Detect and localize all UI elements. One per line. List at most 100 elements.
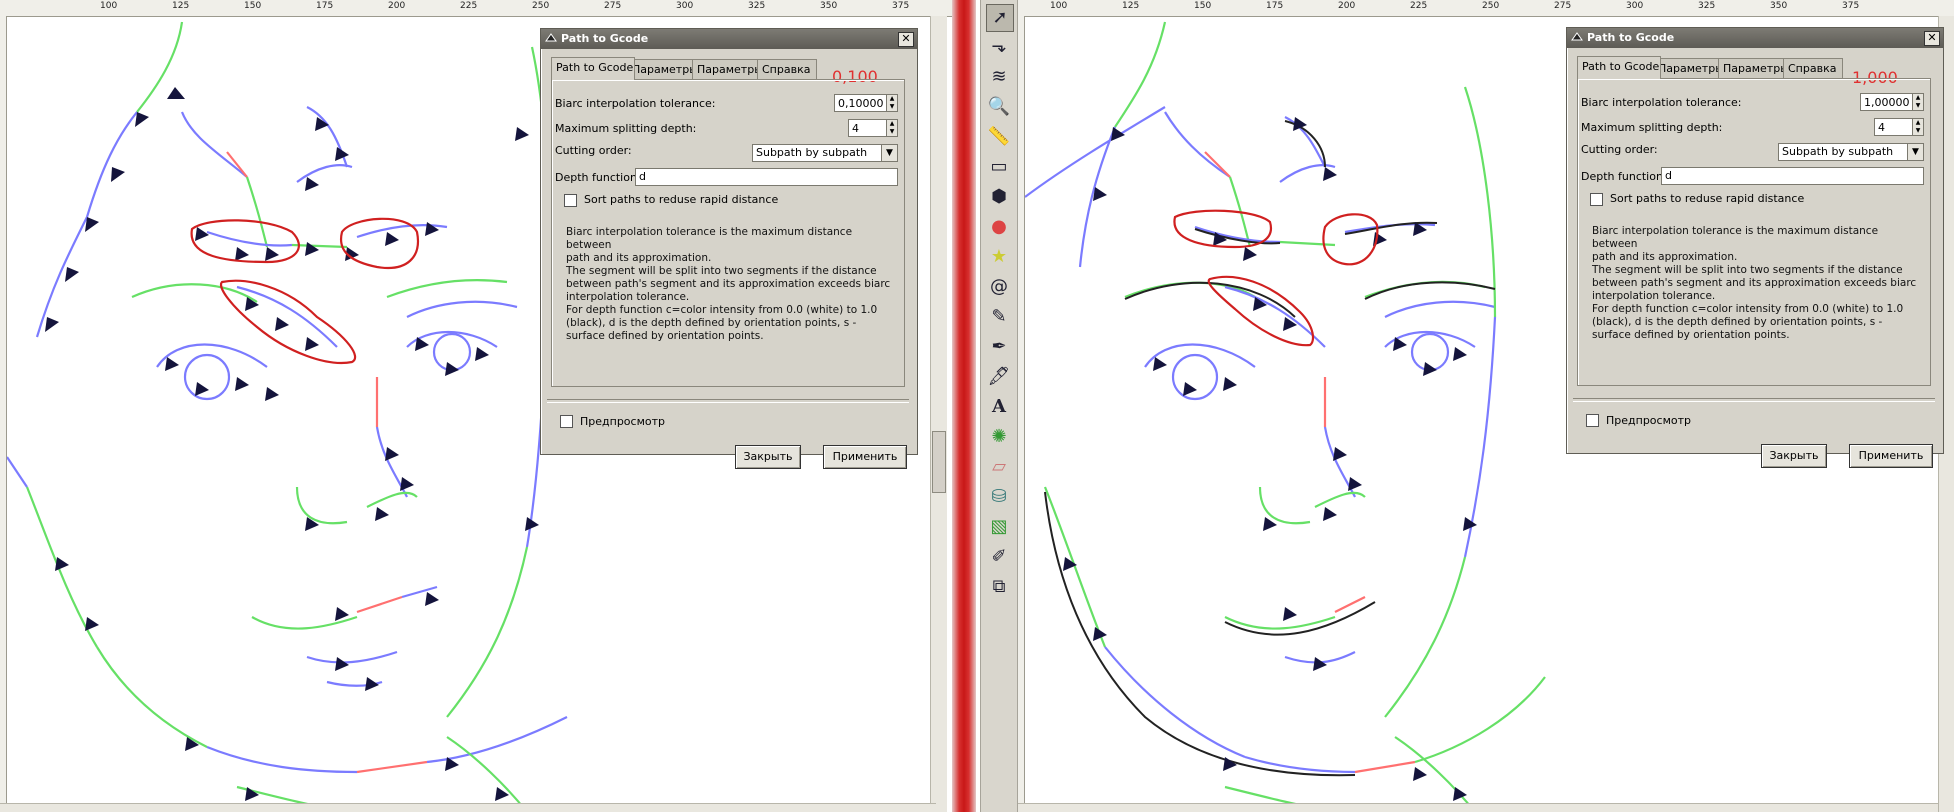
right-tab-panel: Biarc interpolation tolerance: 1,00000 ▲… <box>1577 78 1931 386</box>
tab-help[interactable]: Справка <box>757 59 817 79</box>
calligraphy-tool-icon[interactable]: 🖋 <box>986 364 1012 390</box>
ruler-tick-label: 350 <box>820 1 838 11</box>
zoom-tool-icon[interactable]: 🔍 <box>986 94 1012 120</box>
ruler-tick-label: 200 <box>1338 1 1356 11</box>
depth-function-label: Depth function: <box>555 171 641 184</box>
tab-parameters-2[interactable]: Параметры <box>692 59 764 79</box>
ellipse-tool-icon[interactable]: ● <box>986 214 1012 240</box>
tab-path-to-gcode[interactable]: Path to Gcode <box>551 57 635 80</box>
help-line: For depth function c=color intensity fro… <box>566 304 878 316</box>
paint-bucket-tool-icon[interactable]: ⛁ <box>986 484 1012 510</box>
splitting-depth-value: 4 <box>1878 121 1885 134</box>
ruler-tick-label: 250 <box>532 1 550 11</box>
right-direction-arrows <box>1063 117 1477 801</box>
eraser-tool-icon[interactable]: ▱ <box>986 454 1012 480</box>
left-tab-panel: Biarc interpolation tolerance: 0,10000 ▲… <box>551 79 905 387</box>
dropper-tool-icon[interactable]: ✐ <box>986 544 1012 570</box>
right-apply-button[interactable]: Применить <box>1849 444 1933 468</box>
sort-paths-checkbox[interactable] <box>564 194 577 207</box>
chevron-down-icon[interactable]: ▼ <box>881 145 897 161</box>
left-horizontal-ruler: 100 125 150 175 200 225 250 275 300 325 350 375 <box>0 0 952 17</box>
right-approximation-paths <box>1044 120 1496 777</box>
ruler-tick-label: 125 <box>172 1 190 11</box>
spiral-tool-icon[interactable]: @ <box>986 274 1012 300</box>
right-horizontal-scrollbar[interactable] <box>1018 803 1938 812</box>
node-tool-icon[interactable]: ⬎ <box>986 34 1012 60</box>
biarc-tolerance-input[interactable]: 1,00000 ▲ ▼ <box>1860 93 1924 111</box>
spin-arrows-icon[interactable]: ▲ ▼ <box>1912 94 1923 110</box>
tab-parameters-1[interactable]: Параметры <box>627 59 699 79</box>
left-horizontal-scrollbar[interactable] <box>0 803 936 812</box>
ruler-tick-label: 175 <box>316 1 334 11</box>
ruler-tick-label: 275 <box>604 1 622 11</box>
sort-paths-checkbox[interactable] <box>1590 193 1603 206</box>
biarc-tolerance-input[interactable]: 0,10000 ▲ ▼ <box>834 94 898 112</box>
ruler-tick-label: 300 <box>1626 1 1644 11</box>
cutting-order-select[interactable]: Subpath by subpath ▼ <box>752 144 898 162</box>
toolbox: ➚ ⬎ ≋ 🔍 📏 ▭ ⬢ ● ★ @ ✎ ✒ 🖋 A ✺ ▱ ⛁ ▧ ✐ ⧉ <box>980 0 1018 812</box>
gradient-tool-icon[interactable]: ▧ <box>986 514 1012 540</box>
splitting-depth-input[interactable]: 4 ▲ ▼ <box>1874 118 1924 136</box>
left-vertical-scrollbar[interactable] <box>930 16 947 812</box>
tab-parameters-1[interactable]: Параметры <box>1653 58 1725 78</box>
right-preview-checkbox[interactable] <box>1586 414 1599 427</box>
ruler-tick-label: 150 <box>1194 1 1212 11</box>
left-close-button[interactable]: Закрыть <box>735 445 801 469</box>
spin-arrows-icon[interactable]: ▲ ▼ <box>886 95 897 111</box>
right-dialog-separator <box>1573 398 1935 402</box>
left-apply-button[interactable]: Применить <box>823 445 907 469</box>
tab-path-to-gcode[interactable]: Path to Gcode <box>1577 56 1661 79</box>
text-tool-icon[interactable]: A <box>986 394 1012 420</box>
help-line: The segment will be split into two segme… <box>1592 264 1903 276</box>
spray-tool-icon[interactable]: ✺ <box>986 424 1012 450</box>
cutting-order-label: Cutting order: <box>555 144 632 157</box>
tweak-tool-icon[interactable]: ≋ <box>986 64 1012 90</box>
biarc-tolerance-value: 1,00000 <box>1864 96 1910 109</box>
ruler-tick-label: 100 <box>100 1 118 11</box>
ruler-tick-label: 100 <box>1050 1 1068 11</box>
biarc-tolerance-value: 0,10000 <box>838 97 884 110</box>
tab-help[interactable]: Справка <box>1783 58 1843 78</box>
left-scroll-thumb[interactable] <box>932 431 946 493</box>
ruler-tick-label: 200 <box>388 1 406 11</box>
help-line: Biarc interpolation tolerance is the max… <box>566 226 853 251</box>
chevron-down-icon[interactable]: ▼ <box>1907 144 1923 160</box>
right-preview-label: Предпросмотр <box>1606 414 1691 427</box>
tab-parameters-2[interactable]: Параметры <box>1718 58 1790 78</box>
pen-tool-icon[interactable]: ✒ <box>986 334 1012 360</box>
depth-function-input[interactable]: d <box>1661 167 1924 185</box>
splitting-depth-input[interactable]: 4 ▲ ▼ <box>848 119 898 137</box>
selector-tool-icon[interactable]: ➚ <box>986 4 1014 32</box>
left-preview-checkbox[interactable] <box>560 415 573 428</box>
cutting-order-value: Subpath by subpath <box>756 146 868 159</box>
splitting-depth-value: 4 <box>852 122 859 135</box>
biarc-tolerance-label: Biarc interpolation tolerance: <box>555 97 716 110</box>
spin-arrows-icon[interactable]: ▲ ▼ <box>1912 119 1923 135</box>
right-dialog-titlebar[interactable]: Path to Gcode ✕ <box>1567 28 1943 48</box>
cutting-order-select[interactable]: Subpath by subpath ▼ <box>1778 143 1924 161</box>
help-line: interpolation tolerance. <box>566 291 690 303</box>
inkscape-logo-icon <box>545 33 557 42</box>
rectangle-tool-icon[interactable]: ▭ <box>986 154 1012 180</box>
depth-function-input[interactable]: d <box>635 168 898 186</box>
ruler-tick-label: 125 <box>1122 1 1140 11</box>
left-dialog-close-icon[interactable]: ✕ <box>898 32 914 47</box>
right-dialog-close-icon[interactable]: ✕ <box>1924 31 1940 46</box>
ruler-tick-label: 150 <box>244 1 262 11</box>
ruler-tick-label: 375 <box>892 1 910 11</box>
star-tool-icon[interactable]: ★ <box>986 244 1012 270</box>
ruler-tick-label: 375 <box>1842 1 1860 11</box>
connector-tool-icon[interactable]: ⧉ <box>986 574 1012 600</box>
help-line: The segment will be split into two segme… <box>566 265 877 277</box>
left-vertical-ruler <box>0 16 7 812</box>
right-dialog-title: Path to Gcode <box>1587 31 1675 44</box>
box-3d-tool-icon[interactable]: ⬢ <box>986 184 1012 210</box>
help-line: (black), d is the depth defined by orien… <box>566 317 857 329</box>
measure-tool-icon[interactable]: 📏 <box>986 124 1012 150</box>
spin-arrows-icon[interactable]: ▲ ▼ <box>886 120 897 136</box>
help-line: path and its approximation. <box>566 252 712 264</box>
sort-paths-label: Sort paths to reduse rapid distance <box>1610 192 1805 205</box>
pencil-tool-icon[interactable]: ✎ <box>986 304 1012 330</box>
left-dialog-titlebar[interactable]: Path to Gcode ✕ <box>541 29 917 49</box>
right-close-button[interactable]: Закрыть <box>1761 444 1827 468</box>
